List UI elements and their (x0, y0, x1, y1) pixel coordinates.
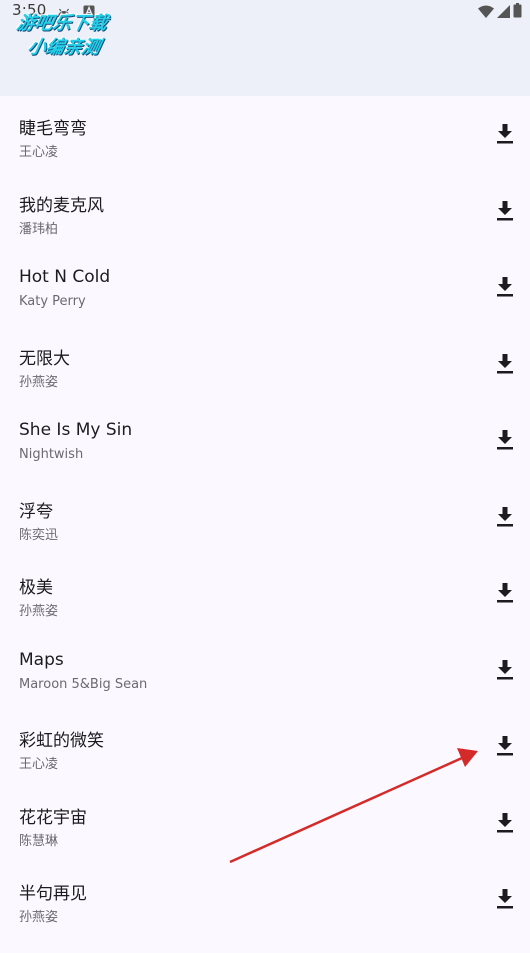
song-artist: 王心凌 (19, 757, 59, 772)
song-row[interactable]: 睫毛弯弯 王心凌 (0, 96, 530, 173)
song-row[interactable]: She Is My Sin Nightwish (0, 402, 530, 479)
download-icon[interactable] (494, 275, 516, 299)
watermark-line-1: 游吧乐下载 (14, 13, 110, 34)
download-icon[interactable] (494, 887, 516, 911)
download-icon[interactable] (494, 199, 516, 223)
watermark-line-2: 小编亲测 (25, 37, 103, 58)
song-row[interactable]: Maps Maroon 5&Big Sean (0, 632, 530, 709)
song-title: 我的麦克风 (19, 195, 104, 216)
watermark-logo: 游吧乐下载 小编亲测 (8, 12, 159, 64)
signal-icon (497, 3, 510, 22)
download-icon[interactable] (494, 581, 516, 605)
song-title: She Is My Sin (19, 420, 133, 440)
song-artist: 孙燕姿 (19, 374, 59, 390)
song-title: 极美 (19, 578, 53, 598)
song-title: 彩虹的微笑 (19, 731, 104, 751)
download-icon[interactable] (494, 734, 516, 758)
song-artist: 陈奕迅 (19, 527, 59, 543)
status-bar: 3:50 游吧乐下载 小编亲测 (0, 0, 530, 96)
song-artist: 陈慧琳 (19, 833, 59, 849)
song-row[interactable]: 极美 孙燕姿 (0, 555, 530, 632)
song-row[interactable]: 花花宇宙 陈慧琳 (0, 785, 530, 862)
song-artist: 潘玮柏 (19, 221, 59, 237)
wifi-icon (478, 3, 494, 22)
system-indicators (478, 3, 522, 22)
song-artist: 孙燕姿 (19, 604, 59, 619)
song-title: 无限大 (19, 348, 70, 369)
song-row[interactable]: 彩虹的微笑 王心凌 (0, 708, 530, 785)
song-title: 半句再见 (19, 884, 87, 904)
battery-icon (513, 3, 522, 22)
song-row[interactable]: Hot N Cold Katy Perry (0, 249, 530, 326)
song-row[interactable]: 半句再见 孙燕姿 (0, 861, 530, 938)
song-row[interactable]: 无限大 孙燕姿 (0, 326, 530, 403)
download-icon[interactable] (494, 658, 516, 682)
download-icon[interactable] (494, 428, 516, 452)
song-row[interactable]: 浮夸 陈奕迅 (0, 479, 530, 556)
song-list: 睫毛弯弯 王心凌 我的麦克风 潘玮柏 Hot N Cold Katy Perry 无限大 孙燕… (0, 96, 530, 938)
download-icon[interactable] (494, 811, 516, 835)
download-icon[interactable] (494, 352, 516, 376)
download-icon[interactable] (494, 505, 516, 529)
song-artist: 孙燕姿 (19, 910, 59, 925)
song-artist: Katy Perry (19, 294, 86, 309)
song-artist: Nightwish (19, 447, 84, 462)
download-icon[interactable] (494, 122, 516, 146)
song-row[interactable]: 我的麦克风 潘玮柏 (0, 173, 530, 250)
song-title: 花花宇宙 (19, 807, 87, 828)
song-artist: 王心凌 (19, 145, 59, 160)
song-title: Maps (19, 649, 64, 670)
song-title: 睫毛弯弯 (19, 119, 87, 139)
song-title: Hot N Cold (19, 267, 111, 287)
song-title: 浮夸 (19, 501, 53, 522)
song-artist: Maroon 5&Big Sean (19, 676, 148, 692)
